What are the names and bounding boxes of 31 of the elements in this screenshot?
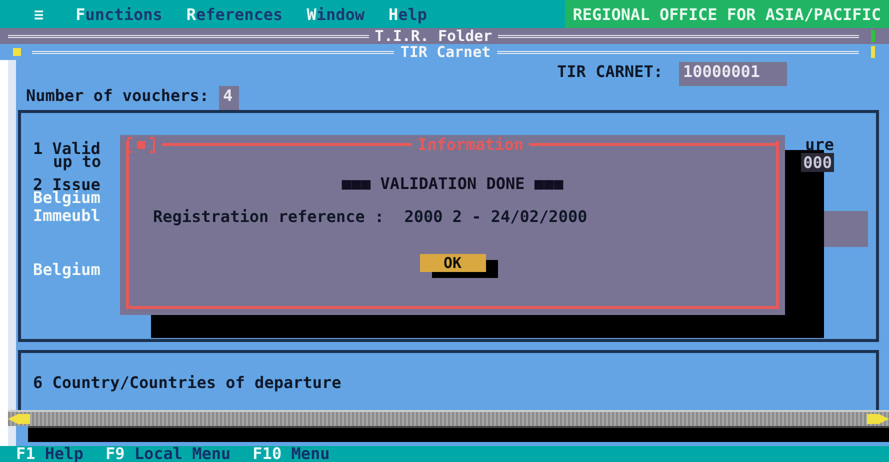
window-title: T.I.R. Folder [374, 28, 492, 44]
shortcut-hint[interactable]: F10 Menu [252, 446, 330, 462]
address-text: Immeubl [33, 207, 100, 225]
vouchers-field[interactable]: 4 [219, 86, 240, 110]
menu-icon[interactable]: ≡ [22, 4, 64, 24]
menu-item[interactable]: Help [376, 4, 440, 24]
field-label: 6 Country/Countries of departure [33, 373, 342, 392]
office-title: REGIONAL OFFICE FOR ASIA/PACIFIC [564, 0, 889, 28]
reference-value: 2000 2 - 24/02/2000 [404, 207, 588, 226]
shortcut-hint[interactable]: F9 Local Menu [105, 446, 231, 462]
address-text: Belgium [33, 189, 100, 207]
address-text: Belgium [33, 261, 100, 279]
right-arrow-icon[interactable] [867, 413, 889, 425]
left-arrow-icon[interactable] [8, 413, 30, 425]
field-label: up to [53, 153, 102, 171]
scroll-bar[interactable] [8, 410, 889, 426]
validation-message: ■■■ VALIDATION DONE ■■■ [342, 174, 564, 193]
menu-item[interactable]: Window [294, 4, 376, 24]
vouchers-label: Number of vouchers: [26, 86, 210, 107]
field-label: ure [805, 134, 834, 154]
window-title: TIR Carnet [400, 44, 491, 60]
reference-label: Registration reference : [153, 207, 384, 226]
menu-item[interactable]: Functions [64, 4, 174, 24]
dialog-title: Information [418, 135, 524, 154]
shortcut-hint[interactable]: F1 Help [16, 446, 84, 462]
carnet-label: TIR CARNET: [557, 62, 663, 83]
input-field[interactable]: 000 [801, 152, 834, 172]
close-icon[interactable] [126, 136, 156, 152]
ok-button[interactable]: OK [420, 254, 486, 272]
menu-item[interactable]: References [174, 4, 295, 24]
carnet-number-field[interactable]: 10000001 [679, 62, 787, 86]
